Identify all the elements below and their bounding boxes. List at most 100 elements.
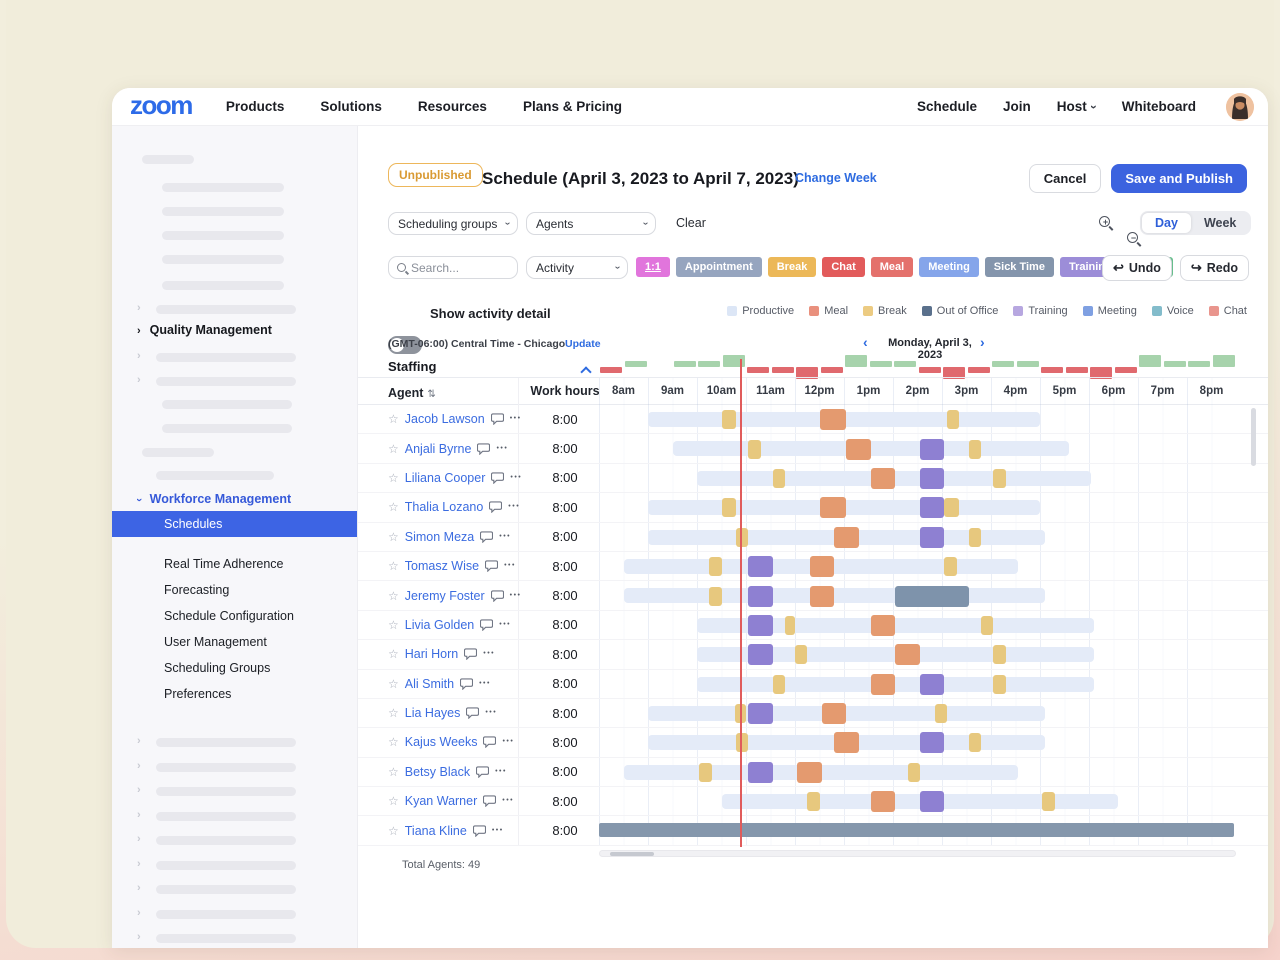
nav-link-whiteboard[interactable]: Whiteboard: [1122, 99, 1196, 114]
schedule-segment-training[interactable]: [920, 791, 945, 812]
schedule-segment-break[interactable]: [969, 528, 981, 547]
schedule-segment-break[interactable]: [722, 498, 737, 517]
schedule-segment-break[interactable]: [993, 469, 1005, 488]
timezone-update-link[interactable]: Update: [565, 338, 601, 350]
schedule-segment-break[interactable]: [947, 410, 959, 429]
agent-name-link[interactable]: Hari Horn: [405, 647, 459, 661]
chat-bubble-icon[interactable]: [466, 707, 479, 719]
schedule-bar-productive[interactable]: [648, 706, 1045, 721]
schedule-segment-break[interactable]: [773, 675, 785, 694]
schedule-segment-break[interactable]: [736, 528, 748, 547]
agent-column-header[interactable]: Agent: [388, 386, 423, 400]
schedule-segment-break[interactable]: [993, 675, 1005, 694]
schedule-segment-break[interactable]: [795, 645, 807, 664]
clear-filters-button[interactable]: Clear: [676, 216, 706, 230]
chat-bubble-icon[interactable]: [489, 501, 502, 513]
schedule-segment-break[interactable]: [748, 440, 760, 459]
schedule-segment-break[interactable]: [969, 440, 981, 459]
schedule-segment-training[interactable]: [920, 439, 945, 460]
sidebar-item-schedules[interactable]: Schedules: [112, 511, 357, 537]
star-icon[interactable]: ☆: [388, 677, 399, 691]
star-icon[interactable]: ☆: [388, 706, 399, 720]
cancel-button[interactable]: Cancel: [1029, 164, 1102, 193]
schedule-segment-break[interactable]: [709, 587, 721, 606]
schedule-segment-meal[interactable]: [871, 674, 896, 695]
chat-bubble-icon[interactable]: [476, 766, 489, 778]
nav-link-host[interactable]: Host›: [1057, 99, 1096, 114]
schedule-segment-meal[interactable]: [834, 732, 859, 753]
schedule-segment-break[interactable]: [969, 733, 981, 752]
chat-bubble-icon[interactable]: [477, 443, 490, 455]
schedule-segment-training[interactable]: [748, 703, 773, 724]
activity-chip-meeting[interactable]: Meeting: [919, 257, 979, 277]
star-icon[interactable]: ☆: [388, 647, 399, 661]
schedule-segment-break[interactable]: [785, 616, 795, 635]
star-icon[interactable]: ☆: [388, 735, 399, 749]
nav-link-plans-pricing[interactable]: Plans & Pricing: [523, 99, 622, 114]
schedule-segment-training[interactable]: [748, 644, 773, 665]
schedule-segment-meal[interactable]: [820, 409, 847, 430]
star-icon[interactable]: ☆: [388, 794, 399, 808]
schedule-segment-meal[interactable]: [822, 703, 847, 724]
schedule-segment-meal[interactable]: [846, 439, 871, 460]
agent-name-link[interactable]: Ali Smith: [405, 677, 454, 691]
schedule-segment-break[interactable]: [1042, 792, 1054, 811]
search-input[interactable]: [411, 261, 501, 275]
chat-bubble-icon[interactable]: [480, 619, 493, 631]
sidebar-section-quality-management[interactable]: ›Quality Management: [137, 323, 272, 337]
schedule-segment-break[interactable]: [908, 763, 920, 782]
chat-bubble-icon[interactable]: [483, 795, 496, 807]
schedule-segment-oof[interactable]: [895, 586, 969, 607]
agent-name-link[interactable]: Lia Hayes: [405, 706, 461, 720]
star-icon[interactable]: ☆: [388, 618, 399, 632]
agent-name-link[interactable]: Betsy Black: [405, 765, 470, 779]
schedule-segment-break[interactable]: [722, 410, 737, 429]
schedule-segment-meal[interactable]: [810, 586, 835, 607]
schedule-segment-break[interactable]: [935, 704, 947, 723]
nav-link-products[interactable]: Products: [226, 99, 285, 114]
view-week-tab[interactable]: Week: [1191, 213, 1249, 233]
schedule-segment-training[interactable]: [748, 556, 773, 577]
activity-chip-break[interactable]: Break: [768, 257, 817, 277]
chat-bubble-icon[interactable]: [491, 413, 504, 425]
sidebar-item-preferences[interactable]: Preferences: [112, 681, 357, 707]
schedule-segment-break[interactable]: [709, 557, 721, 576]
schedule-segment-training[interactable]: [920, 527, 945, 548]
redo-button[interactable]: ↪ Redo: [1180, 255, 1249, 281]
star-icon[interactable]: ☆: [388, 412, 399, 426]
schedule-segment-break[interactable]: [699, 763, 711, 782]
prev-day-icon[interactable]: ‹: [863, 334, 868, 350]
agents-select[interactable]: Agents ›: [526, 212, 656, 235]
activity-chip-appointment[interactable]: Appointment: [676, 257, 762, 277]
schedule-segment-meal[interactable]: [834, 527, 859, 548]
activity-chip-1-1[interactable]: 1:1: [636, 257, 670, 277]
agent-name-link[interactable]: Kyan Warner: [405, 794, 477, 808]
scheduling-groups-select[interactable]: Scheduling groups ›: [388, 212, 518, 235]
chat-bubble-icon[interactable]: [483, 736, 496, 748]
star-icon[interactable]: ☆: [388, 824, 399, 838]
agent-name-link[interactable]: Jacob Lawson: [405, 412, 485, 426]
schedule-bar-productive[interactable]: [624, 588, 1045, 603]
star-icon[interactable]: ☆: [388, 500, 399, 514]
schedule-segment-break[interactable]: [944, 557, 956, 576]
schedule-segment-break[interactable]: [773, 469, 785, 488]
agent-name-link[interactable]: Tomasz Wise: [405, 559, 479, 573]
agent-name-link[interactable]: Tiana Kline: [405, 824, 467, 838]
schedule-segment-training[interactable]: [920, 732, 945, 753]
star-icon[interactable]: ☆: [388, 471, 399, 485]
schedule-segment-break[interactable]: [807, 792, 819, 811]
sidebar-item-real-time-adherence[interactable]: Real Time Adherence: [112, 551, 357, 577]
sidebar-item-scheduling-groups[interactable]: Scheduling Groups: [112, 655, 357, 681]
agent-name-link[interactable]: Simon Meza: [405, 530, 474, 544]
schedule-segment-meal[interactable]: [820, 497, 847, 518]
undo-button[interactable]: ↩ Undo: [1102, 255, 1172, 281]
nav-link-solutions[interactable]: Solutions: [320, 99, 382, 114]
view-day-tab[interactable]: Day: [1142, 213, 1191, 233]
chat-bubble-icon[interactable]: [485, 560, 498, 572]
schedule-segment-training[interactable]: [748, 762, 773, 783]
activity-chip-meal[interactable]: Meal: [871, 257, 913, 277]
sidebar-item-user-management[interactable]: User Management: [112, 629, 357, 655]
user-avatar[interactable]: [1226, 93, 1254, 121]
agent-name-link[interactable]: Liliana Cooper: [405, 471, 486, 485]
horizontal-scrollbar-thumb[interactable]: [610, 852, 654, 857]
